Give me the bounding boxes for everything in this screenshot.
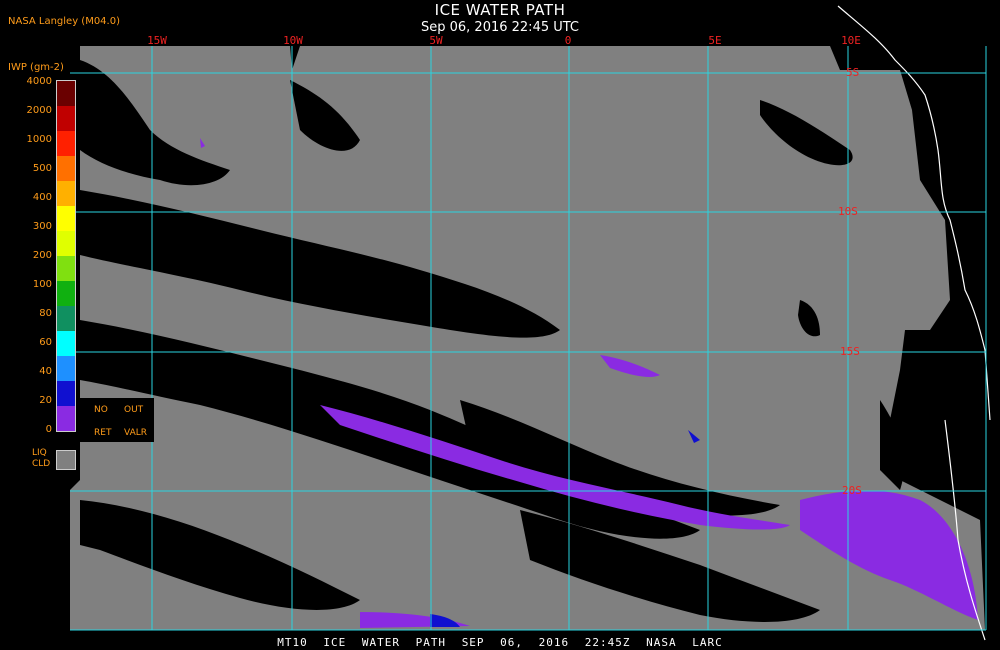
longitude-label: 5W <box>429 34 443 47</box>
no-retrieval-text: NO <box>94 405 108 415</box>
footer-date: SEP 06, 2016 22:45Z <box>461 636 631 649</box>
longitude-label: 10W <box>283 34 303 47</box>
color-scale-swatch <box>57 406 75 431</box>
color-scale-swatch <box>57 356 75 381</box>
footer-product: MT10 <box>277 636 308 649</box>
legend-tick: 100 <box>32 279 52 290</box>
map-datetime: Sep 06, 2016 22:45 UTC <box>420 20 580 35</box>
legend-tick: 20 <box>39 395 52 406</box>
legend-tick: 40 <box>39 366 52 377</box>
color-scale-swatch <box>57 206 75 231</box>
liquid-cloud-label: LIQ CLD <box>32 448 50 470</box>
longitude-label: 0 <box>564 34 572 47</box>
color-scale-swatch <box>57 231 75 256</box>
legend-tick: 500 <box>32 163 52 174</box>
legend-tick: 2000 <box>26 105 52 116</box>
legend-tick: 400 <box>32 192 52 203</box>
longitude-label: 15W <box>147 34 167 47</box>
color-scale-swatch <box>57 181 75 206</box>
legend-tick: 4000 <box>26 76 52 87</box>
no-retrieval-legend: NO OUT RET VALR <box>80 398 154 442</box>
color-scale-bar <box>56 80 76 432</box>
footer-source: NASA LARC <box>646 636 723 649</box>
latitude-label: 10S <box>838 205 858 218</box>
no-retrieval-text: VALR <box>124 428 148 438</box>
color-scale-swatch <box>57 381 75 406</box>
liquid-cloud-swatch <box>56 450 76 470</box>
color-scale-swatch <box>57 306 75 331</box>
liquid-cloud-label-line: LIQ <box>32 448 47 458</box>
product-footer: MT10 ICE WATER PATH SEP 06, 2016 22:45Z … <box>0 636 1000 649</box>
no-retrieval-text: RET <box>94 428 112 438</box>
legend-units-label: IWP (gm-2) <box>8 62 64 73</box>
liquid-cloud-label-line: CLD <box>32 459 51 469</box>
legend-tick: 200 <box>32 250 52 261</box>
latitude-label: 15S <box>840 345 860 358</box>
satellite-map <box>0 0 1000 650</box>
latitude-label: 20S <box>842 484 862 497</box>
map-title: ICE WATER PATH <box>434 1 566 19</box>
legend-tick: 1000 <box>26 134 52 145</box>
footer-name: ICE WATER PATH <box>323 636 447 649</box>
longitude-label: 5E <box>708 34 722 47</box>
legend-tick: 60 <box>39 337 52 348</box>
color-scale-swatch <box>57 106 75 131</box>
legend-tick: 0 <box>45 424 52 435</box>
legend-tick: 80 <box>39 308 52 319</box>
organization-label: NASA Langley (M04.0) <box>8 16 120 27</box>
no-retrieval-text: OUT <box>124 405 144 415</box>
color-scale-swatch <box>57 81 75 106</box>
color-scale-swatch <box>57 281 75 306</box>
longitude-label: 10E <box>841 34 861 47</box>
color-scale-swatch <box>57 256 75 281</box>
color-scale-swatch <box>57 156 75 181</box>
color-scale-swatch <box>57 131 75 156</box>
latitude-label: 5S <box>846 66 860 79</box>
legend-tick: 300 <box>32 221 52 232</box>
color-scale-swatch <box>57 331 75 356</box>
